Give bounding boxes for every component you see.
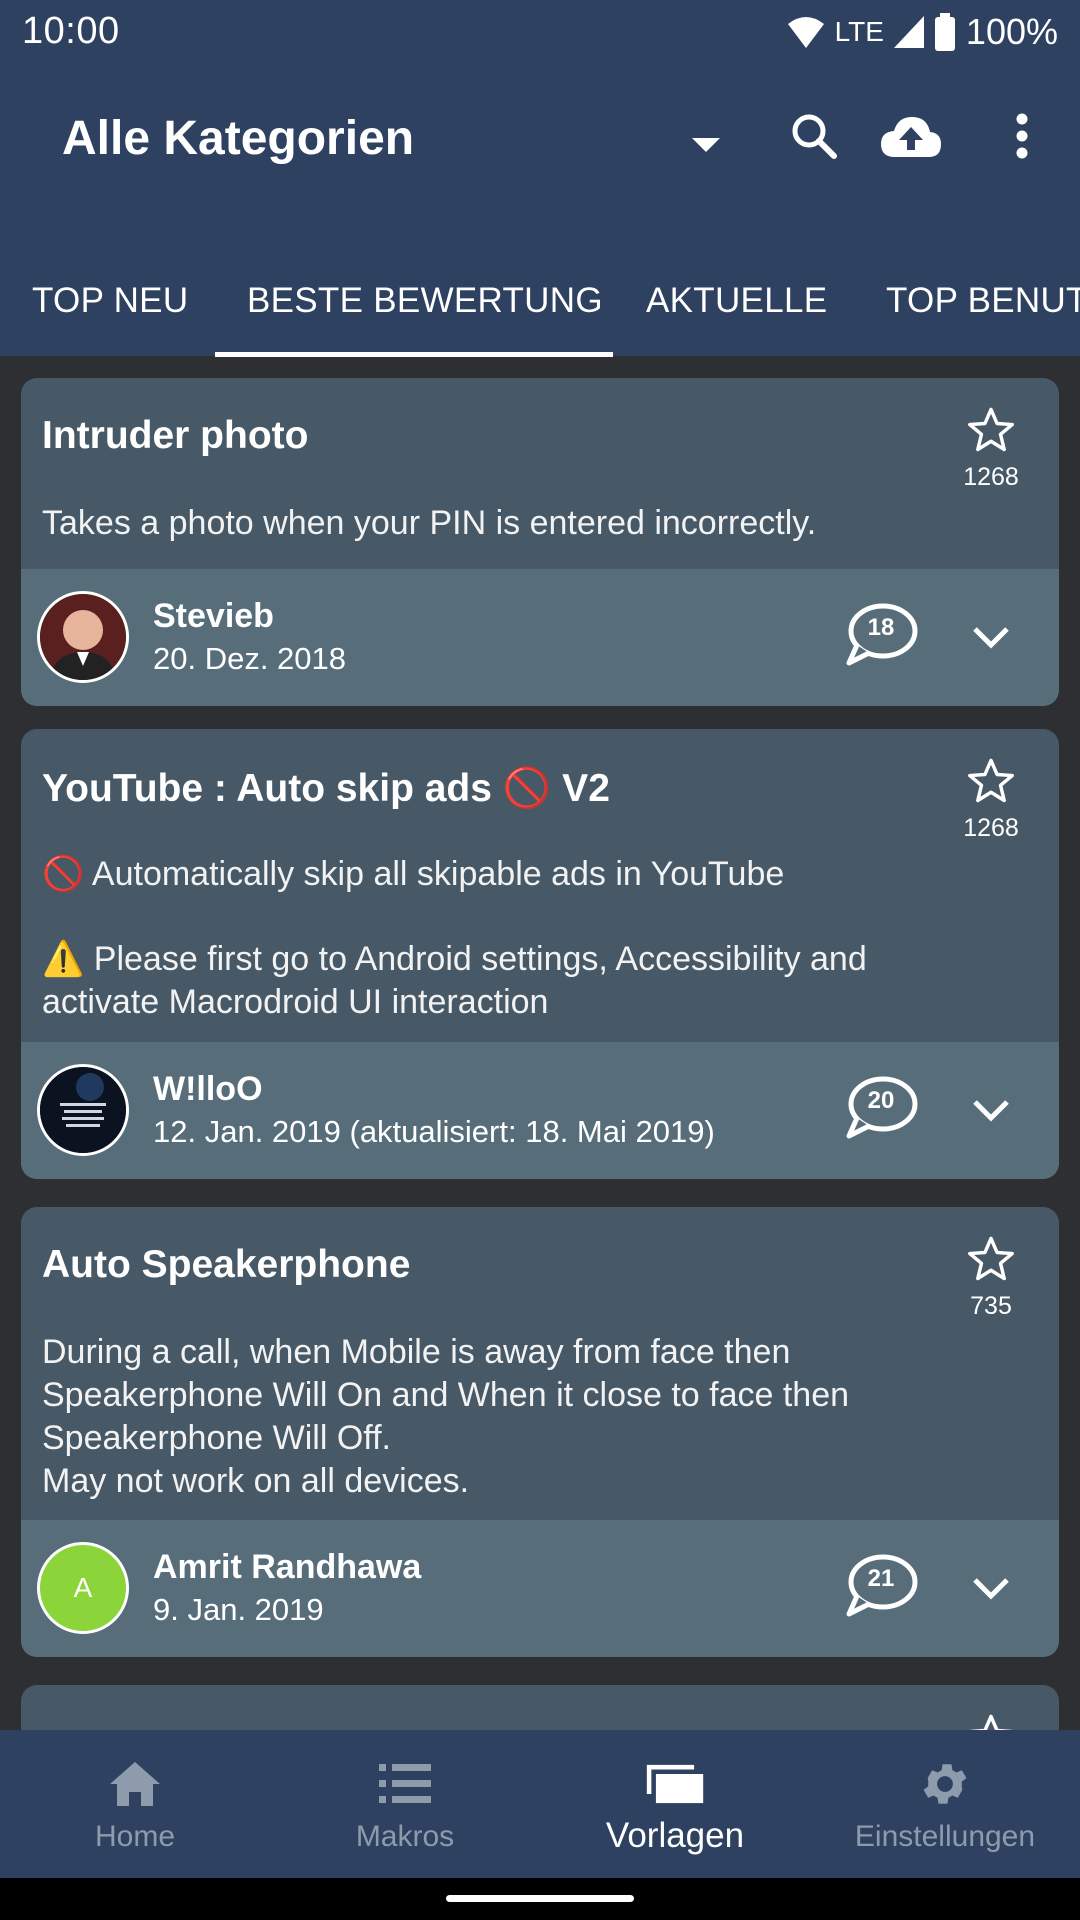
card-title: Auto Speakerphone	[42, 1243, 411, 1286]
nav-makros[interactable]: Makros	[270, 1730, 540, 1878]
nav-vorlagen[interactable]: Vorlagen	[540, 1730, 810, 1878]
chevron-down-icon[interactable]	[969, 1088, 1013, 1132]
star-icon	[968, 758, 1014, 803]
search-button[interactable]	[784, 106, 844, 166]
rating[interactable]: 1268	[943, 755, 1039, 843]
comments-button[interactable]: 20	[843, 1074, 919, 1144]
chevron-down-icon[interactable]	[969, 615, 1013, 659]
template-card[interactable]: Intruder photo 1268 Takes a photo when y…	[21, 378, 1059, 706]
search-icon	[792, 114, 837, 159]
comment-count: 18	[867, 614, 895, 641]
more-vert-icon	[1016, 113, 1028, 159]
card-title: YouTube : Auto skip ads 🚫 V2	[42, 767, 610, 810]
avatar[interactable]	[37, 1064, 129, 1156]
dropdown-arrow-icon[interactable]	[686, 124, 726, 164]
post-date: 12. Jan. 2019 (aktualisiert: 18. Mai 201…	[153, 1114, 715, 1149]
author-name[interactable]: W!lloO	[153, 1070, 263, 1109]
tab-top-benutzer[interactable]: TOP BENUT	[886, 246, 1080, 356]
tab-bar: TOP NEU BESTE BEWERTUNG AKTUELLE TOP BEN…	[0, 246, 1080, 356]
rating[interactable]	[943, 1711, 1039, 1730]
battery-level: 100%	[965, 11, 1058, 52]
tab-top-neu[interactable]: TOP NEU	[32, 246, 188, 356]
wifi-icon	[787, 17, 824, 48]
description-line: ⚠️ Please first go to Android settings, …	[42, 940, 867, 1021]
star-count: 735	[970, 1292, 1012, 1320]
screen: 10:00 LTE 100% Alle Kategorien TOP NEU B…	[0, 0, 1080, 1920]
card-title: Intruder photo	[42, 414, 309, 457]
tab-aktuelle[interactable]: AKTUELLE	[646, 246, 827, 356]
rating[interactable]: 1268	[943, 404, 1039, 492]
card-description: Takes a photo when your PIN is entered i…	[42, 504, 817, 542]
card-description: 🚫 Automatically skip all skipable ads in…	[42, 853, 949, 1024]
comments-button[interactable]: 18	[843, 601, 919, 671]
star-icon	[969, 1714, 1013, 1730]
template-card[interactable]: YouTube : Auto skip ads 🚫 V2 1268 🚫 Auto…	[21, 729, 1059, 1179]
nav-label: Einstellungen	[854, 1820, 1036, 1853]
network-label: LTE	[834, 16, 884, 47]
post-date: 9. Jan. 2019	[153, 1592, 324, 1627]
system-navigation-bar	[0, 1878, 1080, 1920]
comment-count: 21	[867, 1565, 895, 1592]
home-icon	[110, 1762, 160, 1806]
nav-einstellungen[interactable]: Einstellungen	[810, 1730, 1080, 1878]
card-footer: Stevieb 20. Dez. 2018 18	[21, 569, 1059, 706]
star-count: 1268	[963, 814, 1019, 842]
list-icon	[379, 1764, 431, 1803]
star-icon	[968, 407, 1014, 452]
status-time: 10:00	[22, 10, 120, 52]
upload-button[interactable]	[878, 106, 944, 166]
avatar-photo	[40, 1067, 126, 1153]
template-card[interactable]: Auto Speakerphone 735 During a call, whe…	[21, 1207, 1059, 1657]
card-footer: W!lloO 12. Jan. 2019 (aktualisiert: 18. …	[21, 1042, 1059, 1179]
chevron-down-icon[interactable]	[969, 1566, 1013, 1610]
bottom-navigation: Home Makros Vorlagen Einstellungen	[0, 1730, 1080, 1878]
card-footer: A Amrit Randhawa 9. Jan. 2019 21	[21, 1520, 1059, 1657]
status-icons: LTE 100%	[787, 8, 1058, 56]
avatar-letter: A	[73, 1572, 93, 1603]
comment-count: 20	[867, 1087, 895, 1114]
nav-label: Home	[94, 1820, 176, 1853]
nav-label: Makros	[355, 1820, 455, 1853]
avatar[interactable]: A	[37, 1542, 129, 1634]
tab-beste-bewertung[interactable]: BESTE BEWERTUNG	[247, 246, 603, 356]
card-description: During a call, when Mobile is away from …	[42, 1333, 850, 1500]
template-list[interactable]: Intruder photo 1268 Takes a photo when y…	[0, 357, 1080, 1730]
rating[interactable]: 735	[943, 1233, 1039, 1321]
star-count: 1268	[963, 463, 1019, 491]
author-name[interactable]: Amrit Randhawa	[153, 1548, 421, 1587]
author-name[interactable]: Stevieb	[153, 597, 274, 636]
nav-label: Vorlagen	[605, 1816, 745, 1855]
nav-home[interactable]: Home	[0, 1730, 270, 1878]
avatar[interactable]	[37, 591, 129, 683]
app-bar: Alle Kategorien	[0, 66, 1080, 276]
category-title[interactable]: Alle Kategorien	[62, 111, 414, 166]
cloud-upload-icon	[881, 117, 941, 157]
status-bar: 10:00 LTE 100%	[0, 0, 1080, 66]
signal-icon	[893, 16, 924, 48]
home-gesture-handle[interactable]	[446, 1895, 634, 1902]
templates-icon	[646, 1764, 704, 1804]
avatar-photo	[40, 594, 126, 680]
gear-icon	[923, 1764, 967, 1804]
post-date: 20. Dez. 2018	[153, 641, 347, 676]
description-line: 🚫 Automatically skip all skipable ads in…	[42, 855, 785, 893]
more-options-button[interactable]	[992, 106, 1052, 166]
star-icon	[968, 1236, 1014, 1281]
comments-button[interactable]: 21	[843, 1552, 919, 1622]
battery-icon	[934, 13, 955, 51]
template-card[interactable]	[21, 1685, 1059, 1730]
